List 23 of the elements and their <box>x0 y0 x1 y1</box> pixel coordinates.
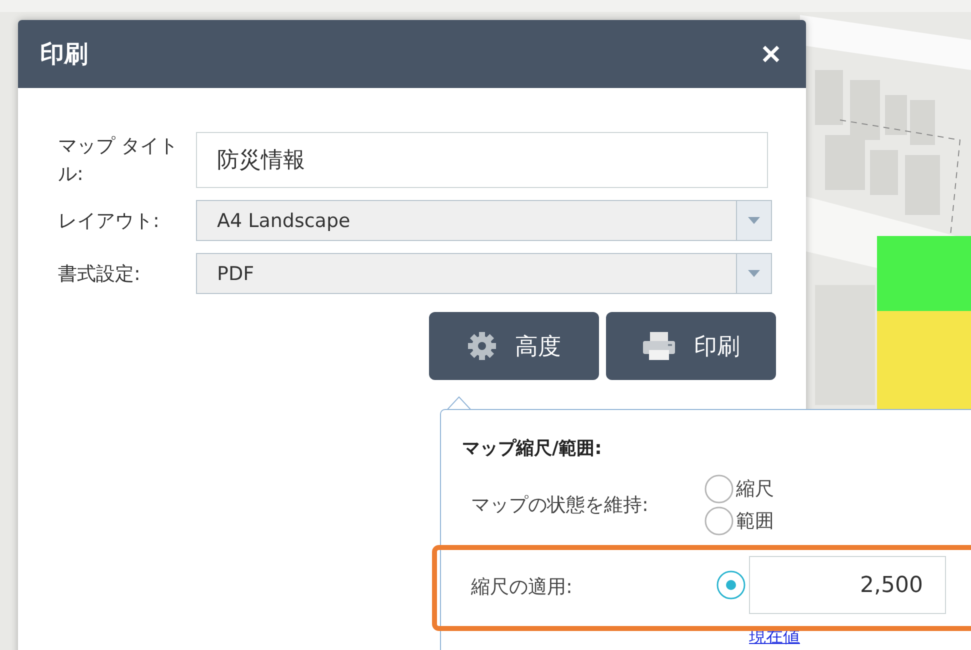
field-label: マップ タイトル: <box>58 134 180 187</box>
preserve-label: マップの状態を維持: <box>471 493 650 518</box>
radio-button[interactable] <box>704 506 734 536</box>
caret-icon <box>748 270 760 277</box>
field-label: レイアウト: <box>58 208 160 234</box>
option-label: 範囲 <box>736 509 774 534</box>
radio-button[interactable] <box>716 570 746 600</box>
print-button[interactable]: 印刷 <box>606 312 776 380</box>
title-input[interactable]: 防災情報 <box>196 132 768 188</box>
dropdown[interactable]: PDF <box>196 253 772 294</box>
dialog-title: 印刷 <box>40 39 88 70</box>
printer-icon <box>642 331 676 361</box>
advanced-button[interactable]: 高度 <box>429 312 599 380</box>
caret-icon <box>748 217 760 224</box>
dropdown[interactable]: A4 Landscape <box>196 200 772 241</box>
close-icon[interactable] <box>762 45 780 63</box>
panel-heading: マップ縮尺/範囲: <box>462 437 603 460</box>
radio-button[interactable] <box>704 474 734 504</box>
option-label: 縮尺 <box>736 477 774 502</box>
force-scale-label: 縮尺の適用: <box>471 575 574 600</box>
gear-icon <box>467 331 497 361</box>
field-label: 書式設定: <box>58 262 142 286</box>
scale-input[interactable]: 2,500 <box>749 556 946 614</box>
